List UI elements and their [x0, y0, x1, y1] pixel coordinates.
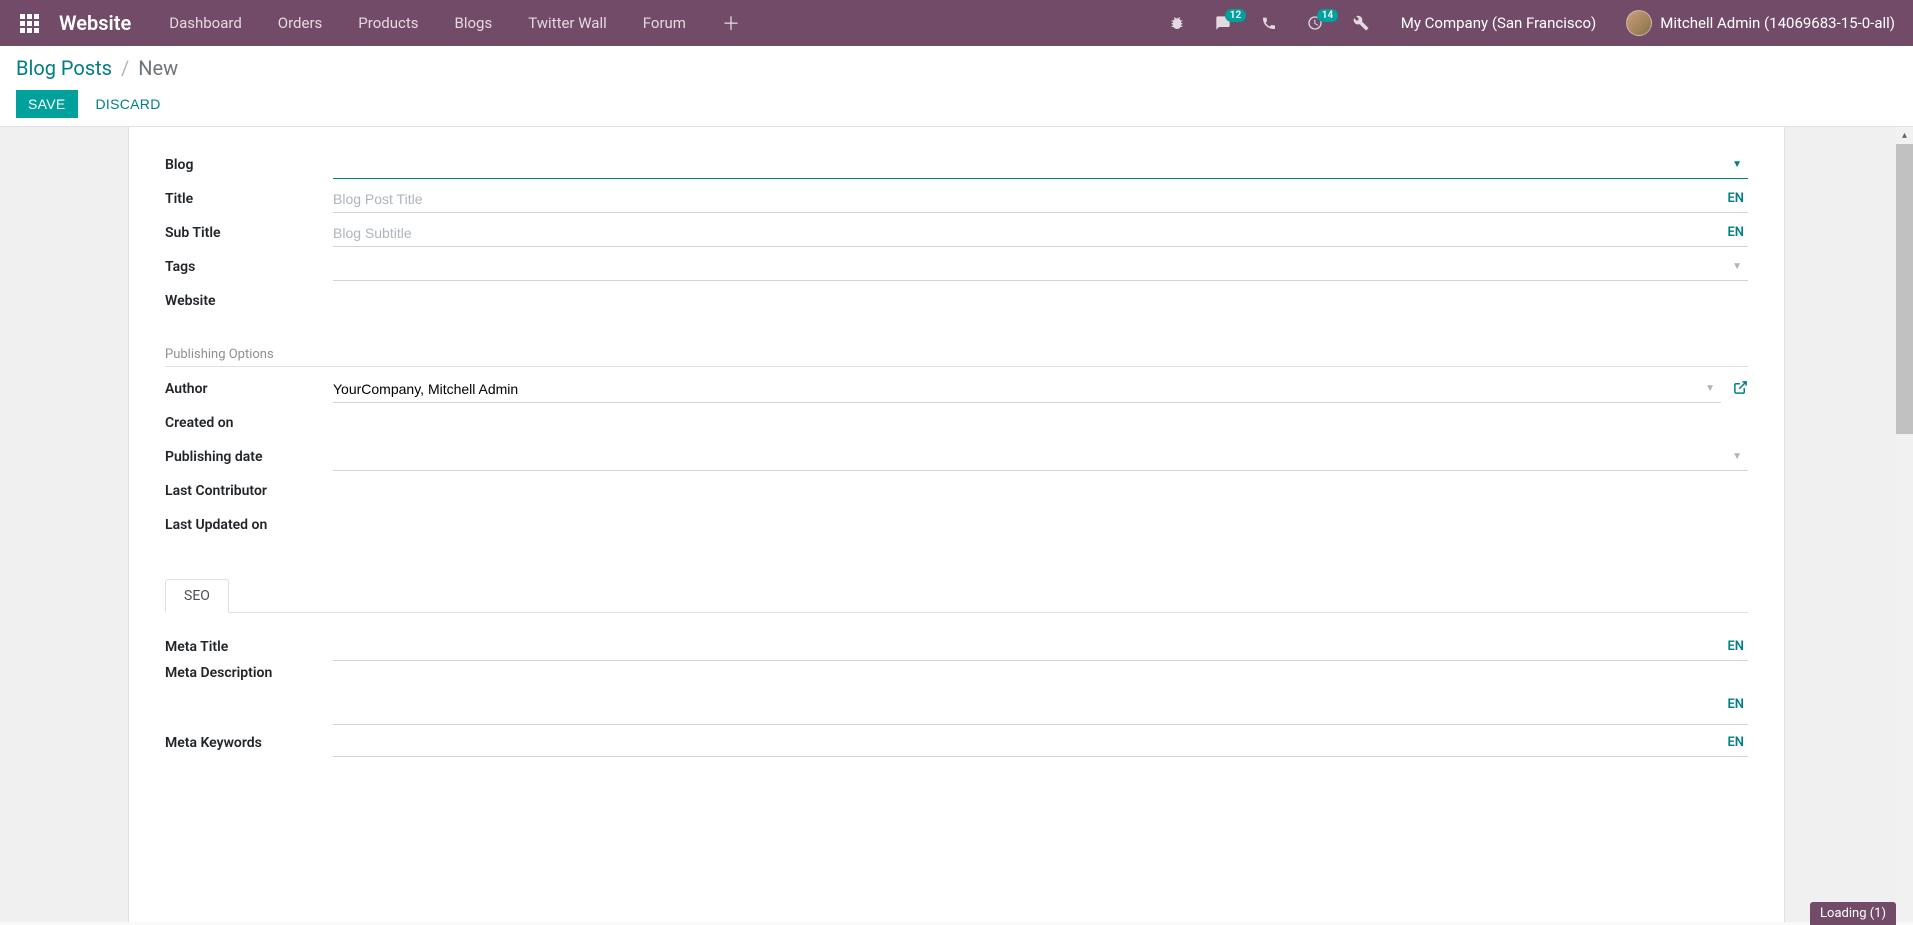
blog-input[interactable] — [333, 153, 1726, 177]
last-contributor-field — [333, 477, 1748, 505]
discard-button[interactable]: DISCARD — [84, 90, 173, 118]
phone-icon[interactable] — [1249, 5, 1289, 41]
label-created-on: Created on — [165, 415, 333, 431]
tags-input[interactable] — [333, 255, 1726, 279]
tags-field[interactable]: ▼ — [333, 253, 1748, 281]
loading-indicator: Loading (1) — [1810, 902, 1896, 925]
nav-item-forum[interactable]: Forum — [625, 0, 704, 46]
breadcrumb: Blog Posts / New — [16, 56, 1897, 80]
meta-title-input[interactable] — [333, 635, 1723, 659]
meta-description-field[interactable]: EN — [333, 697, 1748, 725]
messages-icon[interactable]: 12 — [1203, 5, 1243, 41]
nav-item-dashboard[interactable]: Dashboard — [151, 0, 260, 46]
chevron-down-icon[interactable]: ▼ — [1699, 383, 1721, 394]
label-blog: Blog — [165, 157, 333, 173]
breadcrumb-parent[interactable]: Blog Posts — [16, 56, 112, 80]
save-button[interactable]: SAVE — [16, 90, 78, 118]
chevron-down-icon[interactable]: ▼ — [1726, 159, 1748, 170]
label-tags: Tags — [165, 259, 333, 275]
external-link-icon[interactable] — [1733, 380, 1748, 399]
form-gutter-left — [0, 127, 128, 922]
activities-badge: 14 — [1317, 9, 1338, 22]
chevron-down-icon[interactable]: ▼ — [1726, 451, 1748, 462]
avatar — [1626, 10, 1652, 36]
nav-item-products[interactable]: Products — [340, 0, 436, 46]
website-field — [333, 287, 1748, 315]
lang-button-subtitle[interactable]: EN — [1723, 225, 1748, 240]
subtitle-input[interactable] — [333, 221, 1723, 245]
activities-icon[interactable]: 14 — [1295, 5, 1335, 41]
tabs: SEO — [165, 579, 1748, 613]
created-on-field — [333, 409, 1748, 437]
apps-icon[interactable] — [8, 4, 51, 43]
nav-item-blogs[interactable]: Blogs — [436, 0, 510, 46]
label-last-contributor: Last Contributor — [165, 483, 333, 499]
lang-button-meta-title[interactable]: EN — [1723, 639, 1748, 654]
nav-item-twitter-wall[interactable]: Twitter Wall — [510, 0, 625, 46]
publishing-date-input[interactable] — [333, 445, 1726, 469]
last-updated-on-field — [333, 511, 1748, 539]
scrollbar[interactable]: ▴ — [1896, 127, 1913, 922]
title-input[interactable] — [333, 187, 1723, 211]
breadcrumb-current: New — [138, 56, 178, 80]
form-sheet: Blog ▼ Title EN Sub Title EN Tags — [128, 127, 1785, 922]
meta-title-field[interactable]: EN — [333, 633, 1748, 661]
lang-button-title[interactable]: EN — [1723, 191, 1748, 206]
debug-icon[interactable] — [1157, 5, 1197, 41]
tab-seo[interactable]: SEO — [165, 579, 229, 613]
publishing-date-field[interactable]: ▼ — [333, 443, 1748, 471]
user-menu[interactable]: Mitchell Admin (14069683-15-0-all) — [1616, 10, 1905, 36]
label-meta-title: Meta Title — [165, 639, 333, 655]
nav-new-icon[interactable]: ＋ — [704, 10, 758, 36]
label-meta-keywords: Meta Keywords — [165, 735, 333, 751]
author-input[interactable] — [333, 377, 1699, 401]
form-gutter-right: ▴ — [1785, 127, 1913, 922]
lang-button-meta-description[interactable]: EN — [1723, 697, 1748, 712]
blog-select[interactable]: ▼ — [333, 151, 1748, 179]
meta-keywords-field[interactable]: EN — [333, 729, 1748, 757]
label-website: Website — [165, 293, 333, 309]
messages-badge: 12 — [1225, 9, 1246, 22]
chevron-down-icon[interactable]: ▼ — [1726, 261, 1748, 272]
scroll-up-icon[interactable]: ▴ — [1896, 127, 1913, 144]
label-subtitle: Sub Title — [165, 225, 333, 241]
nav-menu: Dashboard Orders Products Blogs Twitter … — [151, 0, 758, 46]
tools-icon[interactable] — [1341, 5, 1381, 41]
label-last-updated-on: Last Updated on — [165, 517, 333, 533]
brand-title[interactable]: Website — [55, 11, 147, 35]
title-field[interactable]: EN — [333, 185, 1748, 213]
breadcrumb-separator: / — [117, 56, 133, 80]
label-meta-description: Meta Description — [165, 665, 333, 681]
meta-description-input[interactable] — [333, 699, 1723, 723]
lang-button-meta-keywords[interactable]: EN — [1723, 735, 1748, 750]
user-name-label: Mitchell Admin (14069683-15-0-all) — [1660, 14, 1895, 32]
navbar-top: Website Dashboard Orders Products Blogs … — [0, 0, 1913, 46]
author-field[interactable]: ▼ — [333, 375, 1721, 403]
label-title: Title — [165, 191, 333, 207]
control-panel: Blog Posts / New SAVE DISCARD — [0, 46, 1913, 127]
meta-keywords-input[interactable] — [333, 731, 1723, 755]
subtitle-field[interactable]: EN — [333, 219, 1748, 247]
company-switcher[interactable]: My Company (San Francisco) — [1387, 14, 1610, 32]
label-publishing-date: Publishing date — [165, 449, 333, 465]
label-author: Author — [165, 381, 333, 397]
nav-item-orders[interactable]: Orders — [260, 0, 341, 46]
scrollbar-thumb[interactable] — [1896, 144, 1913, 434]
section-publishing-options: Publishing Options — [165, 347, 1748, 367]
